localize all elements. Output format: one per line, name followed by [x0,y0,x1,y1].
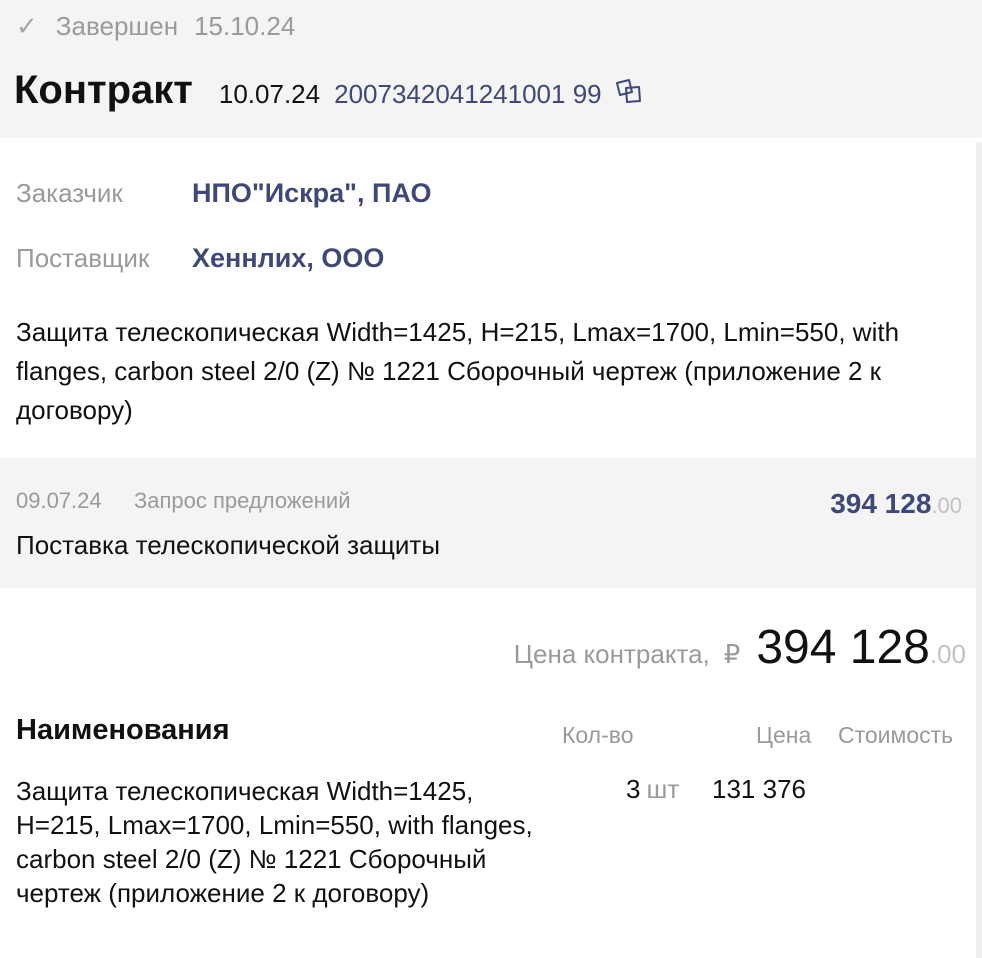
procurement-card[interactable]: 09.07.24 Запрос предложений 394 128.00 П… [0,458,976,588]
contract-header: ✓ Завершен 15.10.24 Контракт 10.07.24 20… [0,0,982,138]
status-date: 15.10.24 [194,10,296,41]
contract-date: 10.07.24 [218,79,321,109]
contract-price-row: Цена контракта, ₽ 394 128 .00 [514,620,966,675]
procurement-type: Запрос предложений [134,488,351,513]
procurement-amount: 394 128.00 [830,488,962,520]
procurement-amount-cents: .00 [931,493,962,518]
customer-label: Заказчик [16,178,123,208]
page-title: Контракт [14,68,193,112]
currency-symbol: ₽ [723,639,741,669]
items-heading: Наименования [16,714,230,746]
item-name: Защита телескопическая Width=1425, H=215… [16,776,533,908]
contract-price-value: 394 128 [756,621,930,674]
status-label: Завершен [55,10,179,41]
procurement-amount-value: 394 128 [830,488,932,519]
contract-price-label: Цена контракта, [513,639,710,669]
item-price: 131 376 [712,774,806,804]
item-qty-value: 3 [626,774,641,804]
procurement-date: 09.07.24 [16,488,102,513]
supplier-label: Поставщик [16,243,150,273]
customer-link[interactable]: НПО"Искра", ПАО [192,178,432,209]
item-qty-unit: шт [646,774,680,804]
column-price: Цена [756,722,812,748]
check-icon: ✓ [16,10,38,41]
contract-description: Защита телескопическая Width=1425, H=215… [16,317,900,425]
procurement-title: Поставка телескопической защиты [16,530,441,560]
contract-number[interactable]: 2007342041241001 99 [334,79,602,110]
title-row: Контракт 10.07.24 2007342041241001 99 [14,68,646,113]
column-cost: Стоимость [838,722,954,748]
contract-page: ✓ Завершен 15.10.24 Контракт 10.07.24 20… [0,0,982,958]
customer-row: Заказчик НПО"Искра", ПАО [16,178,432,209]
item-qty: 3 шт [626,774,679,805]
scroll-edge [976,142,982,958]
supplier-link[interactable]: Хеннлих, ООО [192,243,384,274]
contract-price-cents: .00 [929,639,966,669]
status-row: ✓ Завершен 15.10.24 [16,8,295,44]
column-qty: Кол-во [562,722,634,748]
supplier-row: Поставщик Хеннлих, ООО [16,243,384,274]
copy-icon[interactable] [614,77,646,107]
